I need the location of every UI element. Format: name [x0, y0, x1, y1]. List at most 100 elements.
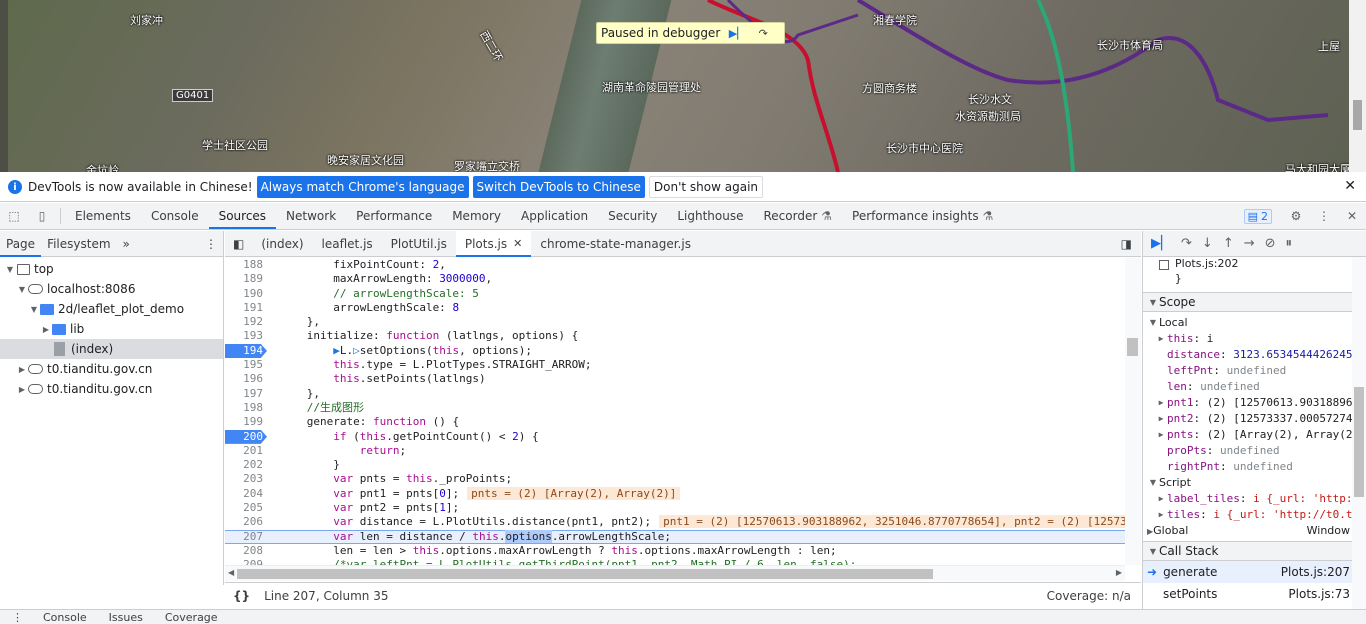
tab-console[interactable]: Console — [141, 203, 209, 229]
scope-var[interactable]: rightPnt: undefined — [1143, 458, 1366, 474]
editor-horizontal-scrollbar[interactable]: ◀ ▶ — [225, 565, 1125, 581]
line-number[interactable]: 208 — [225, 544, 267, 558]
device-toolbar-icon[interactable]: ▯ — [28, 203, 56, 229]
step-over-icon[interactable]: ↷ — [754, 26, 772, 40]
line-number[interactable]: 191 — [225, 301, 267, 315]
deactivate-breakpoints-icon[interactable]: ⊘ — [1265, 236, 1276, 251]
checkbox-icon[interactable] — [1159, 260, 1169, 270]
code-editor[interactable]: 188 fixPointCount: 2, 189 maxArrowLength… — [225, 258, 1125, 565]
drawer-tab-console[interactable]: Console — [43, 611, 87, 624]
drawer-menu-icon[interactable]: ⋮ — [12, 611, 23, 624]
pretty-print-icon[interactable]: {} — [233, 589, 250, 603]
scope-var[interactable]: ▶ pnts: (2) [Array(2), Array(2 — [1143, 426, 1366, 442]
line-number[interactable]: 201 — [225, 444, 267, 458]
call-stack-header[interactable]: ▼ Call Stack — [1143, 541, 1366, 561]
line-number[interactable]: 199 — [225, 415, 267, 429]
tab-sources[interactable]: Sources — [208, 203, 277, 229]
scope-var[interactable]: ▶ pnt1: (2) [12570613.90318896 — [1143, 394, 1366, 410]
tab-filesystem[interactable]: Filesystem — [41, 231, 116, 257]
debugger-scrollbar[interactable] — [1352, 257, 1366, 609]
local-scope-header[interactable]: ▼ Local — [1143, 314, 1366, 330]
switch-to-chinese-button[interactable]: Switch DevTools to Chinese — [472, 176, 645, 198]
scope-header[interactable]: ▼ Scope — [1143, 292, 1366, 312]
step-over-icon[interactable]: ↷ — [1181, 236, 1192, 251]
line-number[interactable]: 190 — [225, 287, 267, 301]
line-number[interactable]: 196 — [225, 372, 267, 386]
resume-icon[interactable]: ▶▏ — [728, 26, 746, 40]
breakpoint-line-number[interactable]: 200 — [225, 429, 267, 444]
tab-performance[interactable]: Performance — [346, 203, 442, 229]
more-tabs-icon[interactable]: » — [117, 231, 136, 257]
toggle-navigator-icon[interactable]: ◧ — [225, 231, 252, 257]
call-frame[interactable]: setPoints Plots.js:73 — [1143, 583, 1366, 605]
scope-var[interactable]: ▶ tiles: i {_url: 'http://t0.t — [1143, 506, 1366, 522]
global-scope-header[interactable]: ▶Global Window — [1143, 522, 1366, 538]
tab-page[interactable]: Page — [0, 231, 42, 257]
more-menu-icon[interactable]: ⋮ — [199, 231, 223, 257]
tab-recorder[interactable]: Recorder ⚗ — [754, 203, 843, 229]
line-number[interactable]: 193 — [225, 329, 267, 343]
line-number[interactable]: 204 — [225, 487, 267, 501]
editor-tab[interactable]: PlotUtil.js — [382, 231, 456, 257]
line-number[interactable]: 198 — [225, 401, 267, 415]
scope-var[interactable]: len: undefined — [1143, 378, 1366, 394]
toggle-debugger-icon[interactable]: ◨ — [1112, 231, 1141, 257]
editor-vertical-scrollbar[interactable] — [1125, 258, 1141, 565]
line-number[interactable]: 192 — [225, 315, 267, 329]
step-into-icon[interactable]: ↓ — [1202, 236, 1213, 251]
editor-tab[interactable]: (index) — [252, 231, 312, 257]
line-number[interactable]: 209 — [225, 558, 267, 565]
line-number[interactable]: 188 — [225, 258, 267, 272]
scope-var[interactable]: distance: 3123.6534544426245 — [1143, 346, 1366, 362]
line-number[interactable]: 189 — [225, 272, 267, 286]
tree-item[interactable]: ▶ t0.tianditu.gov.cn — [0, 379, 223, 399]
tree-item[interactable]: ▶ t0.tianditu.gov.cn — [0, 359, 223, 379]
line-number[interactable]: 206 — [225, 515, 267, 529]
scope-var[interactable]: ▶ this: i — [1143, 330, 1366, 346]
pause-on-exceptions-icon[interactable]: ⏸ — [1286, 236, 1293, 251]
tree-item[interactable]: ▼ 2d/leaflet_plot_demo — [0, 299, 223, 319]
more-menu-icon[interactable]: ⋮ — [1310, 203, 1338, 229]
editor-tab-active[interactable]: Plots.js ✕ — [455, 230, 532, 257]
step-out-icon[interactable]: ↑ — [1223, 236, 1234, 251]
tree-item[interactable]: ▼ localhost:8086 — [0, 279, 223, 299]
close-devtools-icon[interactable]: ✕ — [1338, 203, 1366, 229]
tab-security[interactable]: Security — [598, 203, 667, 229]
close-tab-icon[interactable]: ✕ — [513, 237, 522, 250]
tree-item[interactable]: ▼ top — [0, 259, 223, 279]
tab-lighthouse[interactable]: Lighthouse — [667, 203, 753, 229]
scope-var[interactable]: ▶ pnt2: (2) [12573337.00057274 — [1143, 410, 1366, 426]
always-match-language-button[interactable]: Always match Chrome's language — [256, 176, 469, 198]
breakpoint-item[interactable]: Plots.js:202 — [1159, 257, 1366, 270]
tab-elements[interactable]: Elements — [65, 203, 141, 229]
line-number[interactable]: 205 — [225, 501, 267, 515]
tab-performance-insights[interactable]: Performance insights ⚗ — [842, 203, 1003, 229]
tree-item[interactable]: (index) — [0, 339, 223, 359]
editor-tab[interactable]: chrome-state-manager.js — [531, 231, 700, 257]
line-number[interactable]: 197 — [225, 387, 267, 401]
step-icon[interactable]: → — [1244, 236, 1255, 251]
scope-var[interactable]: ▶ label_tiles: i {_url: 'http: — [1143, 490, 1366, 506]
dont-show-again-button[interactable]: Don't show again — [648, 176, 764, 198]
drawer-tab-coverage[interactable]: Coverage — [165, 611, 218, 624]
drawer-tab-issues[interactable]: Issues — [109, 611, 143, 624]
line-number[interactable]: 202 — [225, 458, 267, 472]
call-frame[interactable]: ➜ generate Plots.js:207 — [1143, 561, 1366, 583]
resume-icon[interactable]: ▶▏ — [1151, 236, 1171, 251]
close-icon[interactable]: ✕ — [1344, 178, 1356, 194]
tab-memory[interactable]: Memory — [442, 203, 511, 229]
line-number[interactable]: 195 — [225, 358, 267, 372]
scope-var[interactable]: proPts: undefined — [1143, 442, 1366, 458]
tab-network[interactable]: Network — [276, 203, 346, 229]
gear-icon[interactable]: ⚙ — [1282, 203, 1310, 229]
tab-application[interactable]: Application — [511, 203, 598, 229]
editor-tab[interactable]: leaflet.js — [313, 231, 382, 257]
line-number[interactable]: 207 — [225, 530, 267, 544]
script-scope-header[interactable]: ▼ Script — [1143, 474, 1366, 490]
issues-badge[interactable]: ▤ 2 — [1243, 208, 1272, 224]
tree-item[interactable]: ▶ lib — [0, 319, 223, 339]
breakpoint-line-number[interactable]: 194 — [225, 343, 267, 359]
map-scrollbar[interactable] — [1349, 0, 1366, 172]
line-number[interactable]: 203 — [225, 472, 267, 486]
scope-var[interactable]: leftPnt: undefined — [1143, 362, 1366, 378]
